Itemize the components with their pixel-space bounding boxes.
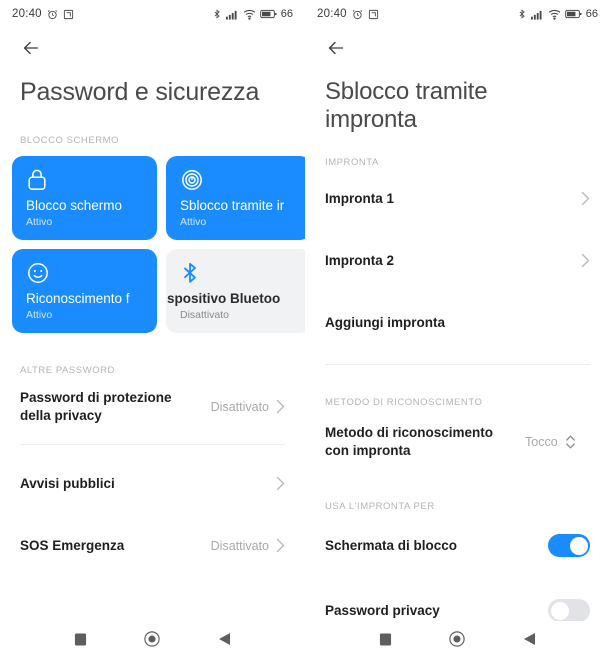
bluetooth-icon (212, 8, 222, 20)
signal-bars-icon (225, 9, 239, 20)
left-screen-password-security: 20:40 66 Password e sicurezza BLOCCO SCH… (0, 0, 305, 657)
screenshot-icon (63, 9, 74, 20)
alarm-icon (47, 9, 58, 20)
circle-home-icon[interactable] (449, 631, 466, 647)
list-item-label: Metodo di riconoscimento con impronta (325, 425, 494, 458)
list-item-label: Impronta 2 (325, 252, 395, 268)
list-item-value: Tocco (525, 434, 558, 449)
battery-percentage: 66 (280, 8, 293, 20)
padlock-icon (26, 168, 157, 194)
signal-bars-icon (530, 9, 544, 20)
toggle-row-schermata-blocco[interactable]: Schermata di blocco (325, 512, 590, 577)
toggle-switch[interactable] (548, 599, 590, 623)
left-back-row (0, 28, 305, 68)
right-screen-fingerprint-unlock: 20:40 66 Sblocco tramite impronta IMPRON… (305, 0, 610, 657)
fingerprint-list: Impronta 1 Impronta 2 Aggiungi impronta (305, 168, 610, 365)
square-recents-icon[interactable] (379, 632, 392, 646)
bluetooth-icon (180, 261, 305, 287)
bluetooth-icon (517, 8, 527, 20)
status-bar-right: 20:40 66 (305, 0, 610, 28)
toggle-switch[interactable] (548, 534, 590, 558)
dual-screenshot-container: 20:40 66 Password e sicurezza BLOCCO SCH… (0, 0, 610, 657)
toggle-knob (550, 601, 569, 620)
chevron-right-icon (581, 191, 590, 206)
circle-home-icon[interactable] (144, 631, 161, 647)
list-item-metodo-riconoscimento[interactable]: Metodo di riconoscimento con impronta To… (325, 408, 590, 473)
card-title: Riconoscimento f (26, 290, 130, 306)
status-bar-right-group: 66 (212, 8, 293, 20)
square-recents-icon[interactable] (74, 632, 87, 646)
navigation-bar-right (305, 621, 610, 657)
card-blocco-schermo[interactable]: Blocco schermo Attivo (12, 155, 157, 240)
battery-icon (564, 9, 582, 19)
section-label-usage: USA L'IMPRONTA PER (325, 500, 435, 512)
chevron-right-icon (276, 538, 285, 553)
list-item-label: Password di protezione della privacy (20, 390, 172, 423)
list-item-privacy-password[interactable]: Password di protezione della privacy Dis… (20, 376, 285, 438)
chevron-right-icon (581, 253, 590, 268)
page-title: Sblocco tramite impronta (325, 78, 488, 134)
list-item-label: Aggiungi impronta (325, 314, 445, 330)
card-title: Blocco schermo (26, 197, 123, 213)
list-item-label: Avvisi pubblici (20, 475, 115, 491)
list-item-sos-emergenza[interactable]: SOS Emergenza Disattivato (20, 515, 285, 577)
section-label-method: METODO DI RICONOSCIMENTO (325, 396, 483, 408)
chevron-right-icon (276, 476, 285, 491)
list-item-label: Impronta 1 (325, 190, 395, 206)
card-status: Attivo (26, 309, 53, 322)
card-riconoscimento-facciale[interactable]: Riconoscimento f Attivo (12, 248, 157, 333)
wifi-icon (548, 9, 561, 20)
toggle-label: Password privacy (325, 602, 440, 618)
back-arrow-icon[interactable] (20, 37, 42, 59)
method-list: Metodo di riconoscimento con impronta To… (305, 408, 610, 473)
wifi-icon (243, 9, 256, 20)
list-item-impronta-2[interactable]: Impronta 2 (325, 230, 590, 292)
list-item-avvisi-pubblici[interactable]: Avvisi pubblici (20, 453, 285, 515)
card-status: Attivo (26, 216, 53, 229)
screenshot-icon (368, 9, 379, 20)
section-label-fingerprint: IMPRONTA (325, 156, 379, 168)
list-item-value: Disattivato (210, 538, 269, 553)
fingerprint-icon (180, 168, 305, 194)
card-status: Attivo (180, 216, 207, 229)
alarm-icon (352, 9, 363, 20)
back-arrow-icon[interactable] (325, 37, 347, 59)
status-bar-right-group: 66 (517, 8, 598, 20)
toggle-label: Schermata di blocco (325, 537, 458, 553)
list-item-label: SOS Emergenza (20, 537, 125, 553)
list-item-aggiungi-impronta[interactable]: Aggiungi impronta (325, 292, 590, 354)
other-passwords-list: Password di protezione della privacy Dis… (0, 376, 305, 577)
section-label-lock-screen: BLOCCO SCHERMO (20, 134, 120, 146)
status-time: 20:40 (317, 8, 347, 20)
battery-icon (259, 9, 277, 19)
card-sblocco-impronta[interactable]: Sblocco tramite ir Attivo (166, 155, 305, 240)
list-item-impronta-1[interactable]: Impronta 1 (325, 168, 590, 230)
right-back-row (305, 28, 610, 68)
status-bar-left-group: 20:40 (317, 8, 379, 20)
status-bar-left: 20:40 66 (0, 0, 305, 28)
chevron-updown-icon[interactable] (565, 434, 576, 450)
card-status: Disattivato (180, 309, 230, 322)
list-item-value: Disattivato (210, 399, 269, 414)
section-label-other-passwords: ALTRE PASSWORD (20, 364, 115, 376)
lock-screen-card-grid: Blocco schermo Attivo Sblocco tramite ir… (0, 146, 305, 333)
list-divider (20, 443, 285, 445)
status-time: 20:40 (12, 8, 42, 20)
navigation-bar-left (0, 621, 305, 657)
card-title: Sblocco tramite ir (180, 197, 285, 213)
card-title: spositivo Bluetoo (167, 290, 281, 306)
triangle-back-icon[interactable] (218, 632, 231, 646)
toggle-knob (569, 536, 588, 555)
card-dispositivo-bluetooth[interactable]: spositivo Bluetoo Disattivato (166, 248, 305, 333)
status-bar-left-group: 20:40 (12, 8, 74, 20)
chevron-right-icon (276, 399, 285, 414)
face-smile-icon (26, 261, 157, 287)
page-title: Password e sicurezza (20, 78, 260, 106)
list-divider (325, 363, 590, 365)
triangle-back-icon[interactable] (523, 632, 536, 646)
battery-percentage: 66 (585, 8, 598, 20)
